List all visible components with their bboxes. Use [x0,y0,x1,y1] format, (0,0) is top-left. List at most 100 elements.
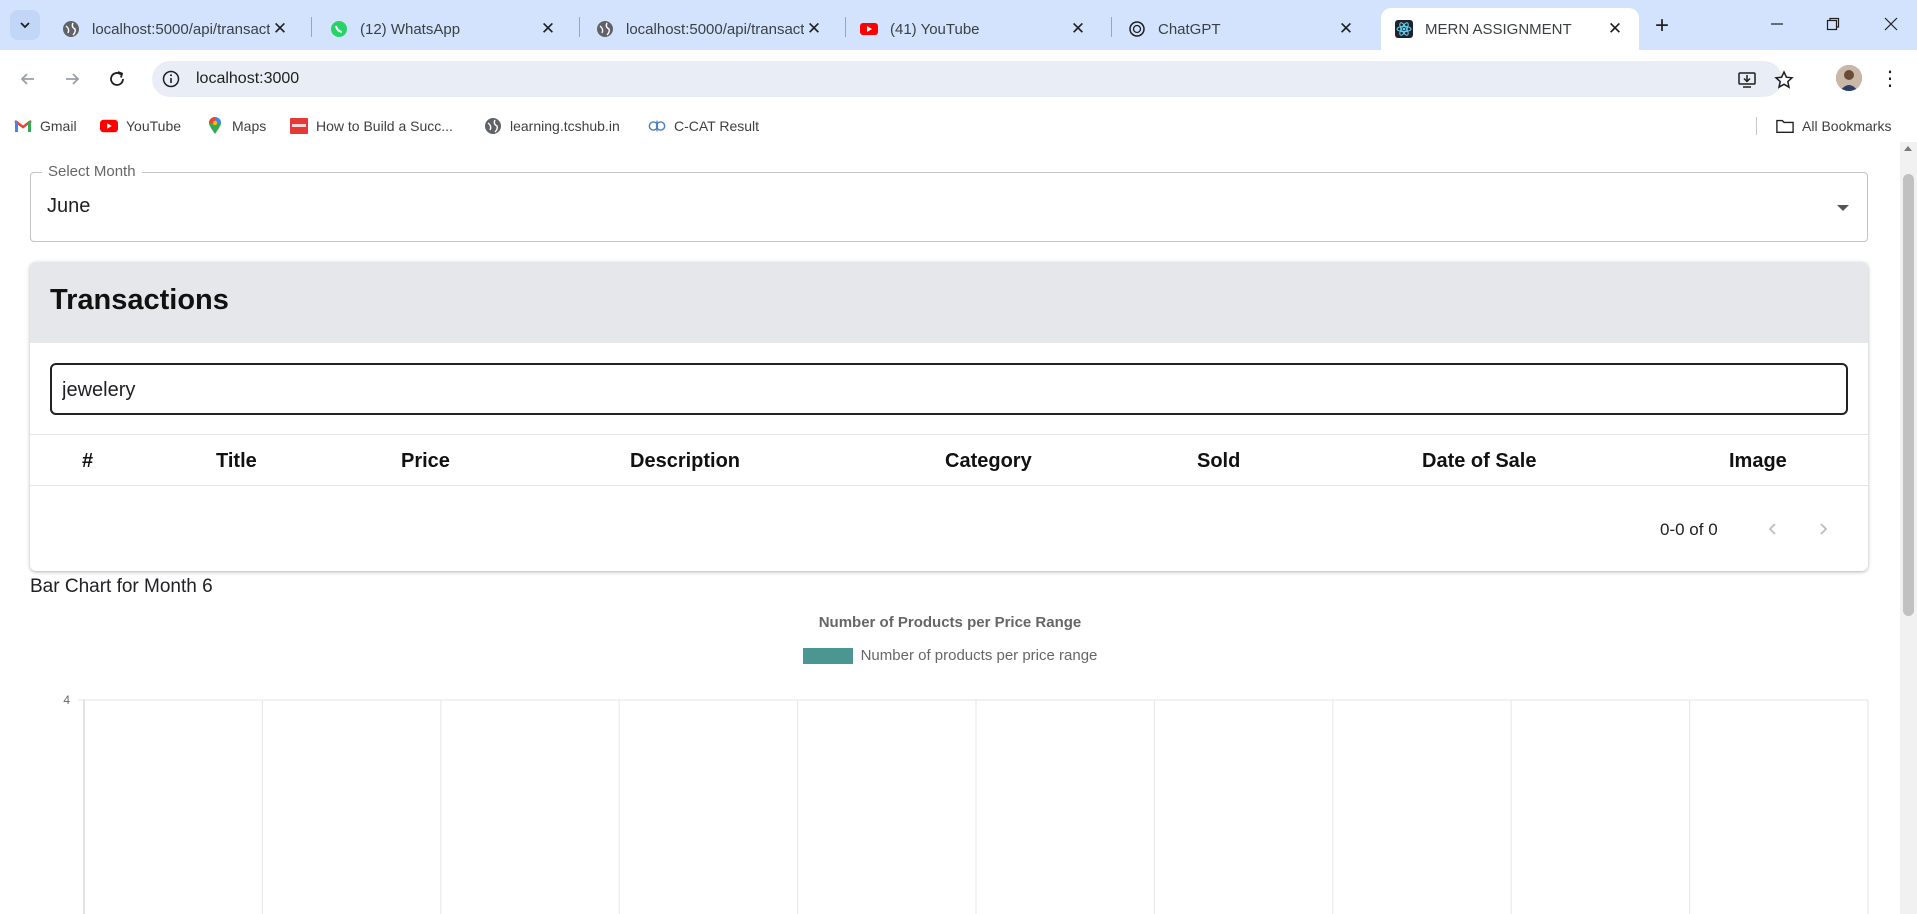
tab-api-transactions-2[interactable]: localhost:5000/api/transacti ✕ [582,8,838,50]
transactions-title: Transactions [50,284,229,316]
gmail-icon [14,117,32,135]
close-icon[interactable]: ✕ [270,19,290,39]
column-header-date-of-sale[interactable]: Date of Sale [1422,450,1536,473]
chevron-down-icon [20,22,30,29]
install-app-icon[interactable] [1737,70,1757,90]
table-header: # Title Price Description Category Sold … [30,434,1868,486]
minimize-button[interactable] [1757,8,1797,40]
column-header-description[interactable]: Description [630,450,740,473]
month-select-value[interactable]: June [47,195,90,218]
window-close-button[interactable] [1871,8,1911,40]
bookmark-ccat-result[interactable]: C-CAT Result [648,116,759,136]
scroll-up-arrow-icon[interactable] [1904,146,1912,151]
chart-legend[interactable]: Number of products per price range [0,647,1900,664]
url-text[interactable]: localhost:3000 [196,70,299,88]
bookmark-how-to-build[interactable]: How to Build a Succ... [290,116,453,136]
tab-search-button[interactable] [10,10,40,40]
scrollbar-thumb[interactable] [1903,174,1914,616]
close-icon[interactable]: ✕ [538,19,558,39]
avatar[interactable] [1836,65,1862,91]
tab-separator [579,17,580,37]
restore-button[interactable] [1813,8,1853,40]
page-scrollbar[interactable] [1900,142,1917,914]
new-tab-button[interactable]: + [1648,12,1676,40]
bookmark-youtube[interactable]: YouTube [100,116,181,136]
column-header-sold[interactable]: Sold [1197,450,1240,473]
globe-icon [484,117,502,135]
all-bookmarks-button[interactable]: All Bookmarks [1776,116,1891,136]
search-input[interactable] [62,377,1822,403]
globe-icon [596,20,614,38]
tab-title: (12) WhatsApp [360,20,461,38]
chart-heading: Bar Chart for Month 6 [30,576,213,597]
close-icon[interactable]: ✕ [1605,19,1625,39]
next-page-button[interactable] [1808,514,1838,544]
bookmark-gmail[interactable]: Gmail [14,116,77,136]
maps-icon [206,117,224,135]
address-bar[interactable]: localhost:3000 [152,61,1794,97]
cdac-icon [648,117,666,135]
dropdown-arrow-icon[interactable] [1837,205,1849,211]
column-header-image[interactable]: Image [1729,450,1787,473]
close-icon[interactable]: ✕ [804,19,824,39]
page-viewport: Select Month June Transactions # Title P… [0,142,1917,914]
minimize-icon [1771,23,1783,25]
close-icon[interactable]: ✕ [1336,19,1356,39]
bookmark-red-icon [290,117,308,135]
column-header-title[interactable]: Title [216,450,257,473]
chatgpt-icon [1128,20,1146,38]
tab-chatgpt[interactable]: ChatGPT ✕ [1114,8,1370,50]
back-button[interactable] [12,63,44,95]
star-icon[interactable] [1774,70,1794,90]
tab-title: MERN ASSIGNMENT [1425,20,1572,38]
tab-api-transactions-1[interactable]: localhost:5000/api/transacti ✕ [48,8,304,50]
pagination-range: 0-0 of 0 [1660,520,1718,539]
bookmark-maps[interactable]: Maps [206,116,266,136]
reload-button[interactable] [101,63,133,95]
bookmarks-divider [1756,117,1757,135]
tab-mern-assignment[interactable]: MERN ASSIGNMENT ✕ [1381,8,1639,50]
react-icon [1395,20,1413,38]
bookmarks-bar: Gmail YouTube Maps How to Build a Succ..… [0,108,1917,142]
youtube-icon [100,117,118,135]
globe-icon [62,20,80,38]
bookmark-label: Maps [232,118,267,134]
transactions-header: Transactions [30,262,1868,343]
tab-youtube[interactable]: (41) YouTube ✕ [846,8,1102,50]
column-header-price[interactable]: Price [401,450,450,473]
previous-page-button[interactable] [1758,514,1788,544]
search-field[interactable] [50,363,1848,415]
bookmark-label: YouTube [126,118,182,134]
whatsapp-icon [330,20,348,38]
bookmark-label: Gmail [40,118,77,134]
all-bookmarks-label: All Bookmarks [1802,118,1892,134]
menu-icon[interactable]: ⋮ [1880,64,1900,92]
bookmark-label: C-CAT Result [674,118,760,134]
tab-whatsapp[interactable]: (12) WhatsApp ✕ [316,8,572,50]
tab-title: localhost:5000/api/transacti [92,20,270,38]
close-icon[interactable]: ✕ [1068,19,1088,39]
column-header-number[interactable]: # [82,450,93,473]
legend-swatch [802,647,853,664]
youtube-icon [860,20,878,38]
close-icon [1884,17,1898,31]
bar-chart: 4 Number of Products per Price Range Num… [0,602,1900,914]
chevron-left-icon [1768,523,1776,535]
restore-icon [1826,17,1840,31]
arrow-right-icon [66,73,80,85]
legend-label: Number of products per price range [860,647,1098,664]
column-header-category[interactable]: Category [945,450,1032,473]
month-select[interactable]: Select Month June [30,163,1868,242]
arrow-left-icon [20,73,34,85]
reload-icon [110,71,124,86]
info-icon[interactable] [162,70,180,88]
tab-strip: localhost:5000/api/transacti ✕ (12) What… [0,0,1917,50]
bookmark-learning-tcshub[interactable]: learning.tcshub.in [484,116,620,136]
forward-button[interactable] [56,63,88,95]
chevron-right-icon [1820,523,1828,535]
bookmark-label: How to Build a Succ... [316,118,453,134]
tab-title: localhost:5000/api/transacti [626,20,804,38]
chart-title: Number of Products per Price Range [818,614,1082,631]
tab-title: (41) YouTube [890,20,980,38]
tab-separator [311,17,312,37]
